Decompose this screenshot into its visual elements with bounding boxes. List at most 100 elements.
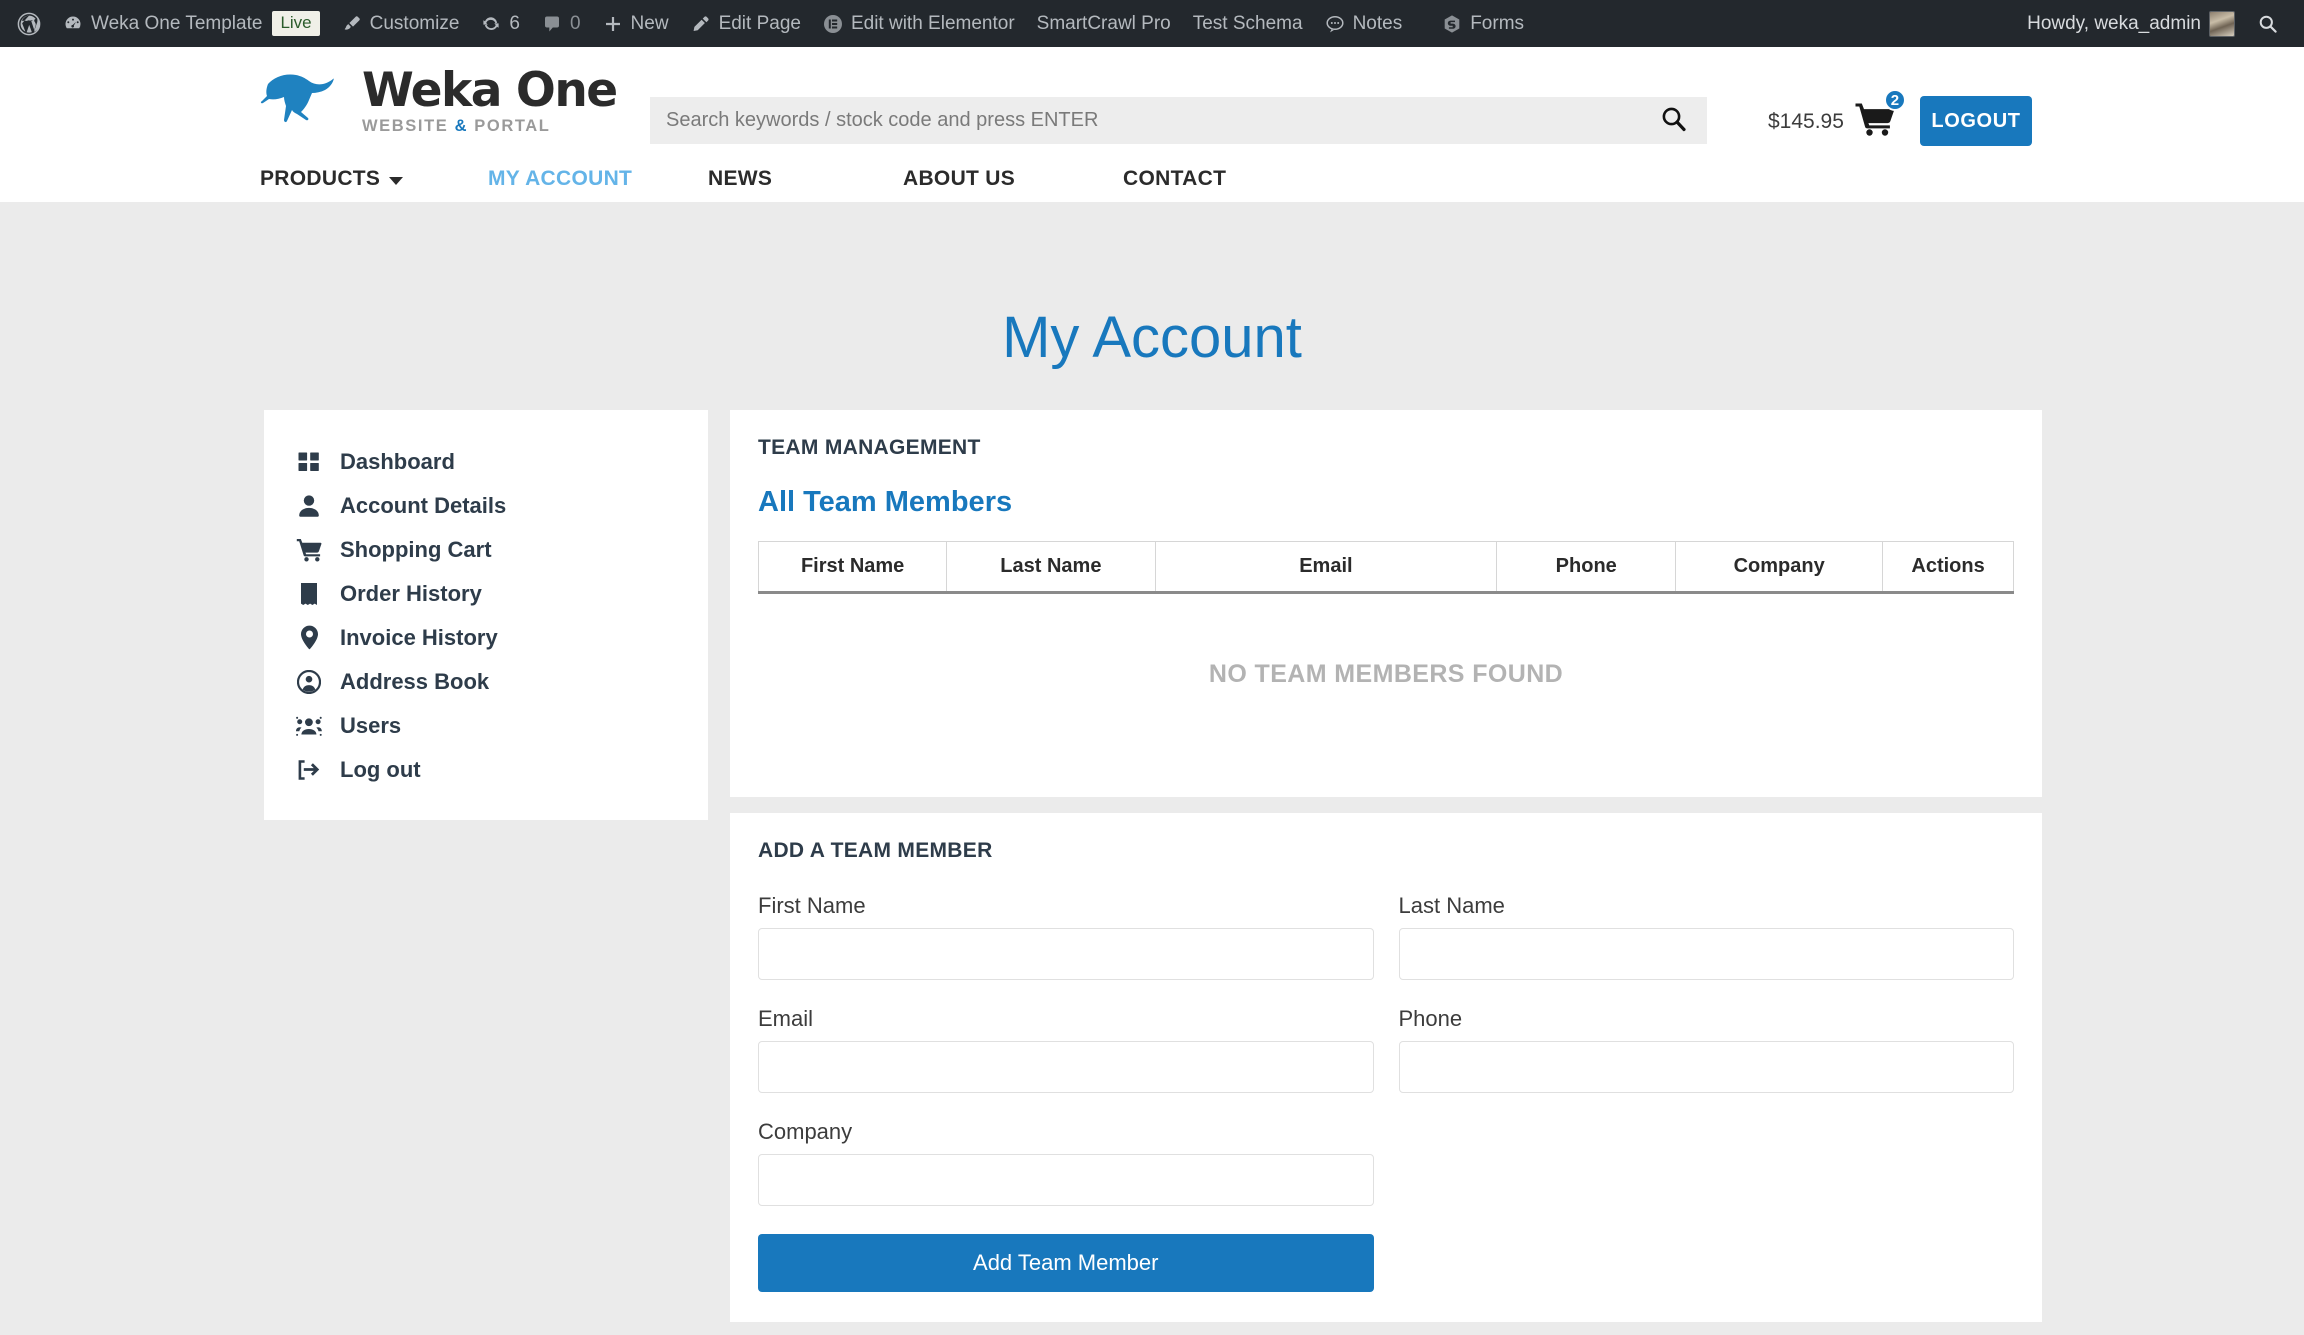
nav-item-news[interactable]: NEWS xyxy=(708,167,772,191)
adminbar-edit-with-elementor[interactable]: Edit with Elementor xyxy=(812,0,1026,47)
nav-item-my-account[interactable]: MY ACCOUNT xyxy=(488,167,632,191)
add-team-member-form: First Name Last Name Email Phone Company Add … xyxy=(758,893,2014,1292)
field-label-company: Company xyxy=(758,1118,853,1144)
receipt-icon xyxy=(296,582,322,606)
adminbar-wordpress-logo[interactable] xyxy=(6,0,52,47)
pencil-icon xyxy=(691,14,711,34)
adminbar-notes-label: Notes xyxy=(1352,12,1403,34)
logout-button[interactable]: LOGOUT xyxy=(1920,96,2032,146)
nav-item-about-us[interactable]: ABOUT US xyxy=(903,167,1015,191)
adminbar-forms-label: Forms xyxy=(1470,12,1525,34)
nav-item-label: MY ACCOUNT xyxy=(488,167,633,190)
adminbar-my-account[interactable]: Howdy, weka_admin xyxy=(2016,0,2246,47)
users-icon xyxy=(296,715,322,737)
nav-item-products[interactable]: PRODUCTS xyxy=(260,167,404,191)
first-name-input[interactable] xyxy=(758,927,1374,980)
sidebar-item-label: Dashboard xyxy=(340,448,455,474)
field-email: Email xyxy=(758,1006,1374,1093)
column-header-company: Company xyxy=(1675,540,1884,594)
all-team-members-heading: All Team Members xyxy=(758,485,1013,518)
user-circle-icon xyxy=(296,669,322,694)
add-team-member-title: ADD A TEAM MEMBER xyxy=(758,838,993,862)
search-submit-button[interactable] xyxy=(1655,104,1693,137)
wp-admin-bar: Weka One Template Live Customize 6 0 New… xyxy=(0,0,2304,47)
adminbar-test-schema[interactable]: Test Schema xyxy=(1182,0,1314,47)
nav-item-label: ABOUT US xyxy=(903,167,1016,190)
table-header-row: First Name Last Name Email Phone Company Acti… xyxy=(757,540,2014,594)
sidebar-item-address-book[interactable]: Address Book xyxy=(264,660,708,704)
adminbar-customize-label: Customize xyxy=(369,12,460,34)
nav-item-contact[interactable]: CONTACT xyxy=(1123,167,1226,191)
cart-icon xyxy=(296,538,322,562)
account-layout: Dashboard Account Details Shopping Cart Ord… xyxy=(262,409,2042,1322)
column-header-phone: Phone xyxy=(1496,540,1677,594)
column-header-first-name: First Name xyxy=(757,540,948,594)
add-team-member-button[interactable]: Add Team Member xyxy=(758,1233,1374,1292)
adminbar-right: Howdy, weka_admin xyxy=(2016,0,2290,47)
search-input[interactable] xyxy=(664,108,1655,133)
site-search[interactable] xyxy=(650,97,1707,144)
sign-out-icon xyxy=(296,759,322,781)
site-logo[interactable]: Weka One WEBSITE & PORTAL xyxy=(260,62,618,139)
phone-input[interactable] xyxy=(1398,1040,2014,1093)
logo-main-text: Weka One xyxy=(362,62,618,118)
adminbar-new-label: New xyxy=(630,12,669,34)
adminbar-updates-count: 6 xyxy=(509,12,520,34)
sidebar-item-order-history[interactable]: Order History xyxy=(264,572,708,616)
sidebar-item-log-out[interactable]: Log out xyxy=(264,748,708,792)
adminbar-howdy-label: Howdy, weka_admin xyxy=(2027,12,2201,34)
account-main-column: TEAM MANAGEMENT All Team Members First N… xyxy=(730,409,2042,1322)
wordpress-icon xyxy=(17,12,41,36)
column-header-email: Email xyxy=(1154,540,1498,594)
sidebar-item-label: Log out xyxy=(340,756,421,782)
sidebar-item-account-details[interactable]: Account Details xyxy=(264,484,708,528)
cart-total: $145.95 xyxy=(1768,109,1844,133)
nav-item-label: PRODUCTS xyxy=(260,167,381,190)
company-input[interactable] xyxy=(758,1153,1374,1206)
nav-item-label: NEWS xyxy=(708,167,773,190)
plus-icon xyxy=(603,14,623,34)
adminbar-customize[interactable]: Customize xyxy=(331,0,471,47)
no-team-members-message: NO TEAM MEMBERS FOUND xyxy=(1208,659,1564,688)
adminbar-smartcrawl-pro[interactable]: SmartCrawl Pro xyxy=(1026,0,1182,47)
adminbar-new[interactable]: New xyxy=(592,0,680,47)
sidebar-item-invoice-history[interactable]: Invoice History xyxy=(264,616,708,660)
adminbar-notes[interactable]: Notes xyxy=(1314,0,1414,47)
email-input[interactable] xyxy=(758,1040,1374,1093)
page-title: My Account xyxy=(1002,304,1302,370)
sidebar-item-label: Order History xyxy=(340,580,482,606)
brush-icon xyxy=(342,14,362,34)
adminbar-search[interactable] xyxy=(2246,0,2290,47)
adminbar-test-schema-label: Test Schema xyxy=(1192,12,1303,34)
field-company: Company xyxy=(758,1119,1374,1206)
team-management-panel: TEAM MANAGEMENT All Team Members First N… xyxy=(730,409,2042,797)
adminbar-comments[interactable]: 0 xyxy=(531,0,592,47)
field-last-name: Last Name xyxy=(1398,892,2014,980)
adminbar-site-name-label: Weka One Template xyxy=(91,12,263,34)
field-label-phone: Phone xyxy=(1398,1005,1463,1031)
column-header-actions: Actions xyxy=(1882,540,2014,594)
sidebar-item-label: Address Book xyxy=(340,668,490,694)
adminbar-edit-page-label: Edit Page xyxy=(718,12,801,34)
map-pin-icon xyxy=(296,625,322,650)
adminbar-site-name[interactable]: Weka One Template Live xyxy=(52,0,331,47)
dashboard-icon xyxy=(63,14,83,34)
site-header: Weka One WEBSITE & PORTAL $145.95 2 LOGO… xyxy=(0,47,2304,155)
column-header-last-name: Last Name xyxy=(946,540,1156,594)
sidebar-item-users[interactable]: Users xyxy=(264,704,708,748)
field-label-last-name: Last Name xyxy=(1398,892,1505,918)
add-team-member-panel: ADD A TEAM MEMBER First Name Last Name Ema… xyxy=(730,812,2042,1322)
logo-sub-text: WEBSITE & PORTAL xyxy=(362,116,551,135)
field-first-name: First Name xyxy=(758,893,1374,980)
team-management-title: TEAM MANAGEMENT xyxy=(758,435,981,459)
adminbar-smartcrawl-label: SmartCrawl Pro xyxy=(1036,12,1171,34)
field-label-first-name: First Name xyxy=(758,892,866,918)
field-phone: Phone xyxy=(1398,1005,2014,1093)
adminbar-forms[interactable]: Forms xyxy=(1431,0,1535,47)
last-name-input[interactable] xyxy=(1398,927,2014,980)
sidebar-item-dashboard[interactable]: Dashboard xyxy=(264,440,708,484)
adminbar-edit-page[interactable]: Edit Page xyxy=(680,0,812,47)
adminbar-updates[interactable]: 6 xyxy=(470,0,531,47)
sidebar-item-shopping-cart[interactable]: Shopping Cart xyxy=(264,528,708,572)
cart-widget[interactable]: $145.95 2 xyxy=(1768,89,1906,141)
